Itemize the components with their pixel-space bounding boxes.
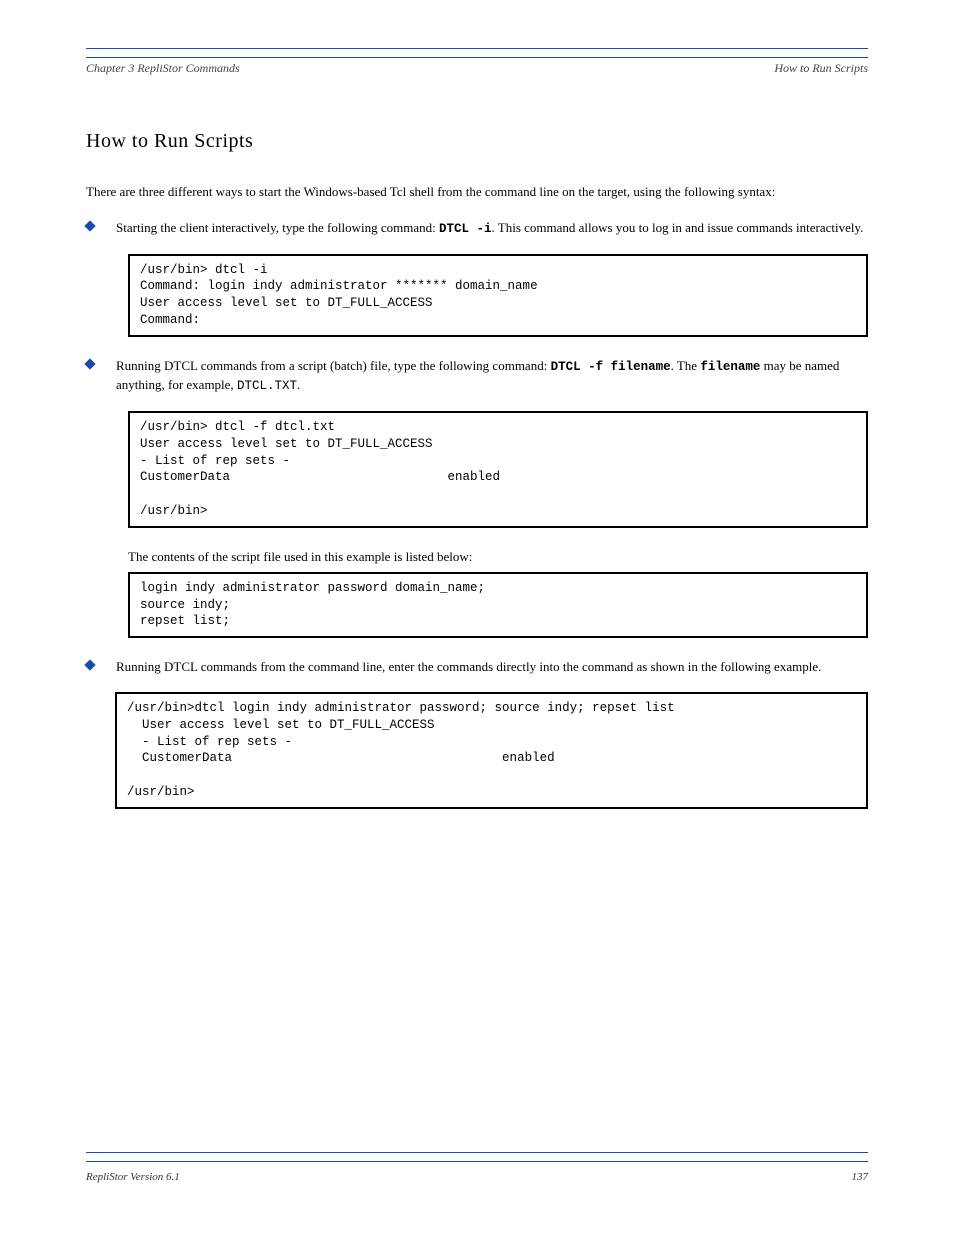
bullet-text-1: Starting the client interactively, type …: [116, 219, 868, 238]
code-inline: DTCL -i: [439, 222, 492, 236]
footer-row: RepliStor Version 6.1 137: [86, 1170, 868, 1185]
code-block-interactive: /usr/bin> dtcl -i Command: login indy ad…: [128, 254, 868, 338]
bullet-item-3: Running DTCL commands from the command l…: [86, 658, 868, 676]
text-segment: Running DTCL commands from a script (bat…: [116, 358, 551, 373]
bullet-item-2: Running DTCL commands from a script (bat…: [86, 357, 868, 395]
header-left: Chapter 3 RepliStor Commands: [86, 60, 240, 76]
footer-left: RepliStor Version 6.1: [86, 1170, 180, 1185]
footer-rule: [86, 1152, 868, 1162]
text-segment: . This command allows you to log in and …: [492, 220, 864, 235]
section-title: How to Run Scripts: [86, 128, 868, 155]
code-block-script-run: /usr/bin> dtcl -f dtcl.txt User access l…: [128, 411, 868, 528]
diamond-icon: [84, 220, 95, 231]
header-right: How to Run Scripts: [774, 60, 868, 76]
header-rule: [86, 48, 868, 58]
page: Chapter 3 RepliStor Commands How to Run …: [0, 0, 954, 1235]
code-inline: DTCL.TXT: [237, 379, 297, 393]
code-block-cmdline: /usr/bin>dtcl login indy administrator p…: [115, 692, 868, 809]
footer-page-number: 137: [852, 1170, 869, 1185]
text-segment: .: [297, 377, 300, 392]
text-segment: Starting the client interactively, type …: [116, 220, 439, 235]
bullet-item-1: Starting the client interactively, type …: [86, 219, 868, 238]
script-file-label: The contents of the script file used in …: [128, 548, 868, 566]
intro-paragraph: There are three different ways to start …: [86, 183, 868, 201]
running-header: Chapter 3 RepliStor Commands How to Run …: [86, 60, 868, 76]
bullet-text-2: Running DTCL commands from a script (bat…: [116, 357, 868, 395]
text-segment: . The: [671, 358, 701, 373]
page-footer: RepliStor Version 6.1 137: [86, 1152, 868, 1185]
code-block-script-contents: login indy administrator password domain…: [128, 572, 868, 639]
bullet-text-3: Running DTCL commands from the command l…: [116, 658, 868, 676]
code-inline: DTCL -f filename: [551, 360, 671, 374]
text-segment: Running DTCL commands from the command l…: [116, 659, 821, 674]
diamond-icon: [84, 358, 95, 369]
code-inline: filename: [700, 360, 760, 374]
diamond-icon: [84, 660, 95, 671]
